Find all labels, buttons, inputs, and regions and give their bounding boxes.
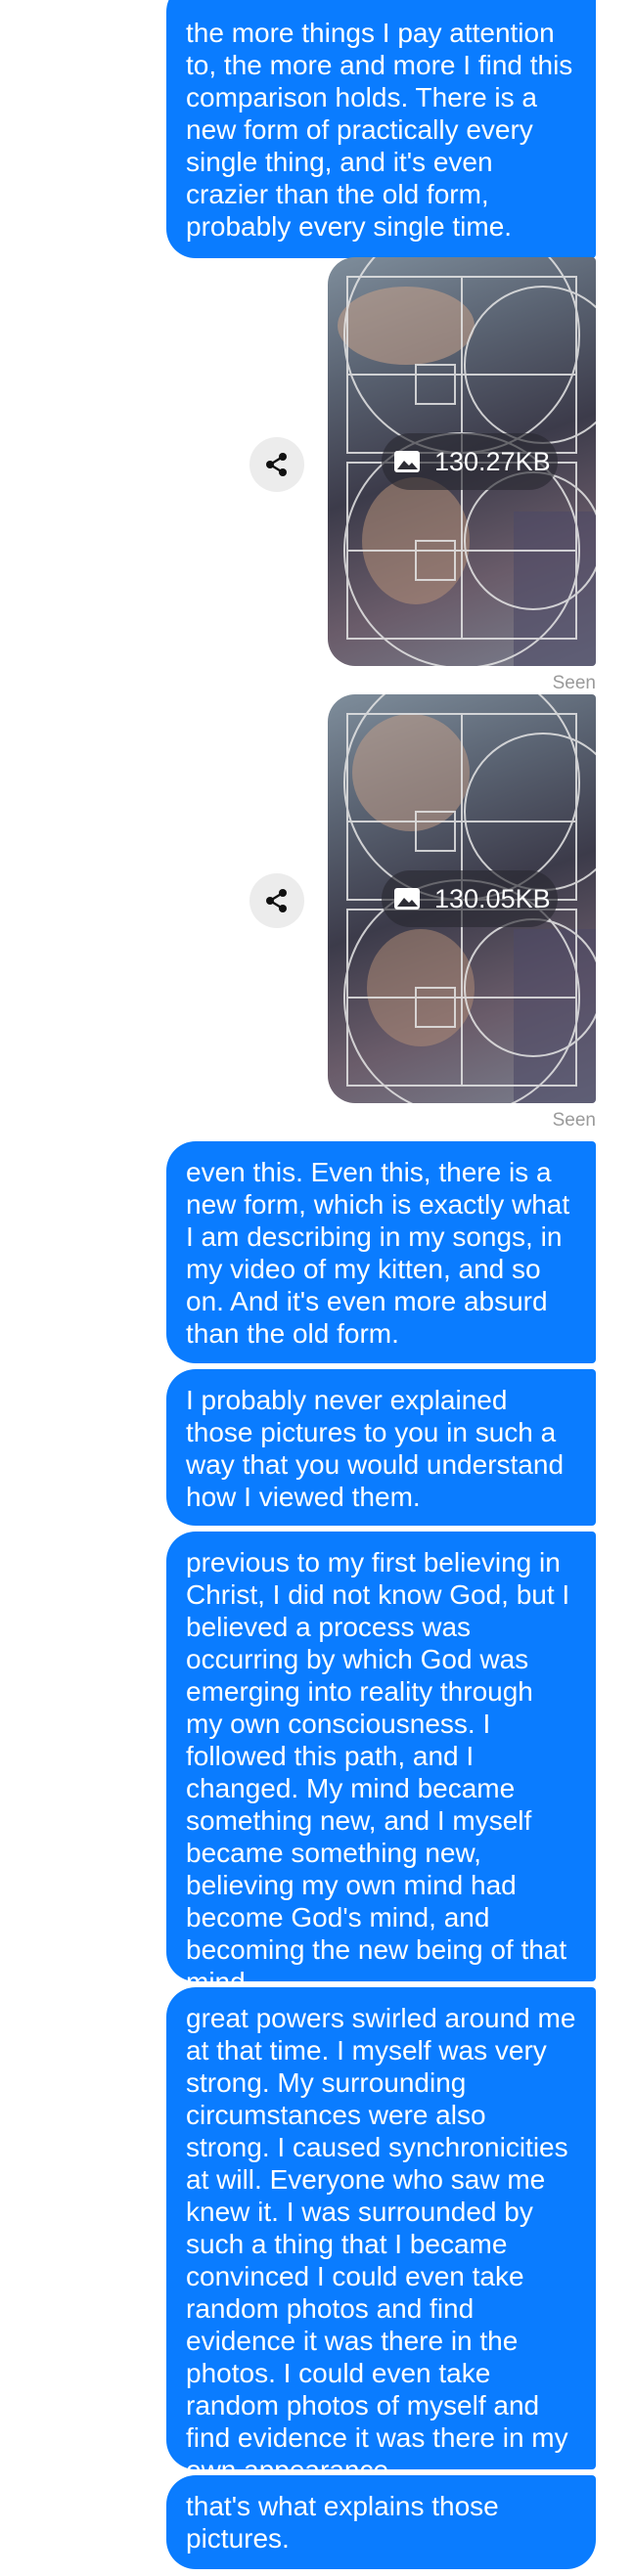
image-icon [393, 450, 421, 473]
file-size-label: 130.05KB [434, 883, 551, 913]
message-bubble[interactable]: that's what explains those pictures. [166, 2475, 596, 2569]
message-bubble[interactable]: I probably never explained those picture… [166, 1369, 596, 1526]
share-icon [266, 453, 287, 476]
photo-attachment[interactable]: 130.05KB [328, 694, 596, 1103]
file-size-pill: 130.27KB [382, 433, 558, 490]
seen-status: Seen [552, 1110, 596, 1131]
share-icon [266, 889, 287, 912]
image-icon [393, 887, 421, 910]
message-bubble[interactable]: previous to my first believing in Christ… [166, 1532, 596, 1997]
share-button[interactable] [249, 873, 304, 928]
file-size-pill: 130.05KB [382, 870, 558, 927]
share-button[interactable] [249, 437, 304, 492]
message-bubble[interactable]: great powers swirled around me at that t… [166, 1987, 596, 2485]
seen-status: Seen [552, 673, 596, 693]
photo-attachment[interactable]: 130.27KB [328, 257, 596, 666]
message-bubble[interactable]: the more things I pay attention to, the … [166, 0, 596, 258]
message-thread[interactable]: the more things I pay attention to, the … [0, 0, 634, 2576]
file-size-label: 130.27KB [434, 446, 551, 476]
message-bubble[interactable]: even this. Even this, there is a new for… [166, 1141, 596, 1363]
